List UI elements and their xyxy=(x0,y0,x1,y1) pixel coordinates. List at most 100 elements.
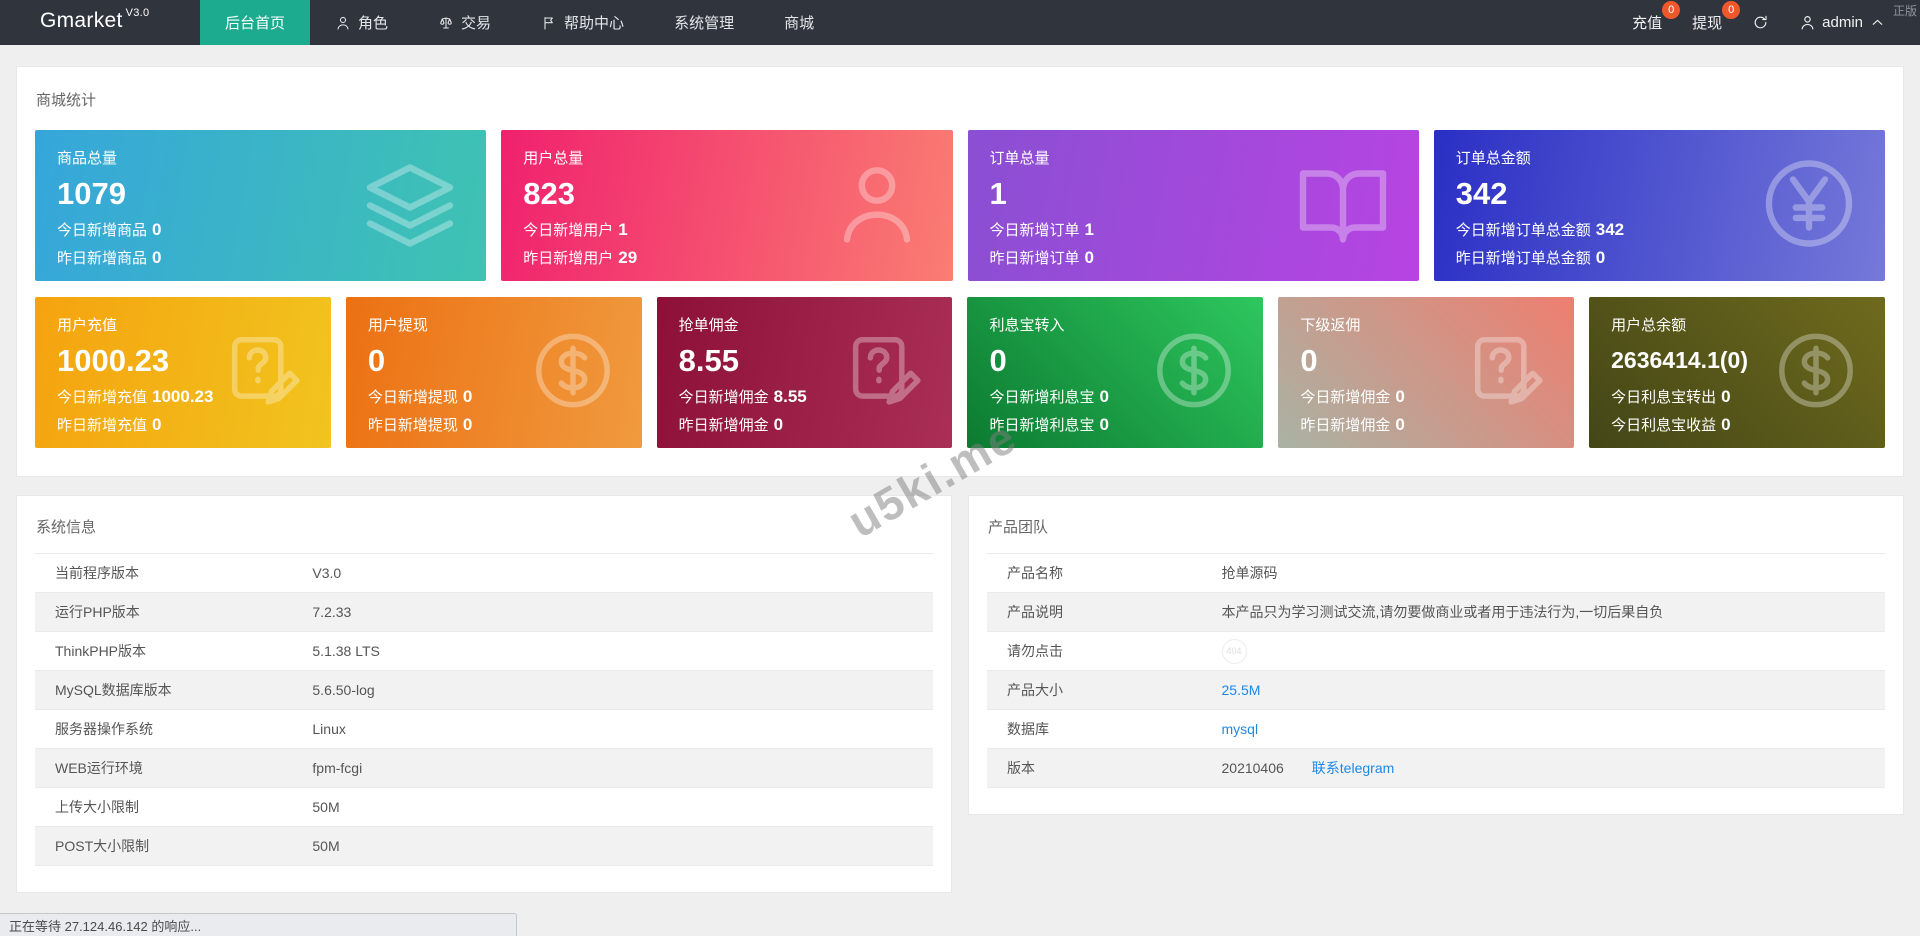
refresh-button[interactable] xyxy=(1752,14,1769,31)
chevron-up-icon xyxy=(1869,14,1886,31)
stat-card-today-label: 今日新增充值 xyxy=(57,389,148,407)
withdraw-button[interactable]: 提现 0 xyxy=(1692,1,1741,33)
stat-card-yesterday-label: 今日利息宝收益 xyxy=(1611,416,1717,434)
table-row: 产品名称 抢单源码 xyxy=(987,554,1885,593)
row-label: 产品大小 xyxy=(1007,682,1063,698)
stat-card-yesterday-value: 0 xyxy=(152,415,162,435)
nav-item-后台首页[interactable]: 后台首页 xyxy=(200,0,311,45)
nav-item-帮助中心[interactable]: 帮助中心 xyxy=(516,0,649,45)
stat-card-yesterday-line: 昨日新增利息宝 0 xyxy=(989,414,1241,435)
stats-title: 商城统计 xyxy=(36,92,97,109)
telegram-link[interactable]: 联系telegram xyxy=(1312,758,1394,778)
user-menu[interactable]: admin xyxy=(1799,14,1886,31)
row-value: fpm-fcgi xyxy=(312,760,363,776)
table-row: 产品说明 本产品只为学习测试交流,请勿要做商业或者用于违法行为,一切后果自负 xyxy=(987,593,1885,632)
stat-card-today-label: 今日新增订单总金额 xyxy=(1455,222,1591,240)
stat-card-today-label: 今日新增提现 xyxy=(367,389,458,407)
corner-watermark: 正版 xyxy=(1892,4,1917,18)
row-value: 抢单源码 xyxy=(1221,565,1278,581)
lower-section: 系统信息 当前程序版本 V3.0 运行PHP版本 7.2.33 ThinkPHP… xyxy=(16,495,1904,893)
user-icon xyxy=(335,15,351,31)
stats-row-2: 用户充值 1000.23 今日新增充值 1000.23 昨日新增充值 0 用户提现 … xyxy=(35,297,1885,448)
stat-card: 用户充值 1000.23 今日新增充值 1000.23 昨日新增充值 0 xyxy=(35,297,331,448)
table-row: MySQL数据库版本 5.6.50-log xyxy=(35,671,933,710)
stat-card-today-value: 0 xyxy=(1099,387,1109,407)
row-value: 50M xyxy=(312,838,340,854)
brand-logo[interactable]: Gmarket V3.0 xyxy=(0,0,200,45)
row-value: 50M xyxy=(312,799,340,815)
stat-card: 用户提现 0 今日新增提现 0 昨日新增提现 0 xyxy=(345,297,642,448)
top-navbar: Gmarket V3.0 后台首页 角色 交易 帮助中心 系统管理 商城 充值 … xyxy=(0,0,1920,45)
stat-card-today-value: 1000.23 xyxy=(152,387,214,407)
stat-card-today-value: 0 xyxy=(1721,386,1731,406)
row-value: 20210406 联系telegram xyxy=(1222,758,1866,778)
stat-card: 抢单佣金 8.55 今日新增佣金 8.55 昨日新增佣金 0 xyxy=(656,297,953,448)
stat-card: 用户总量 823 今日新增用户 1 昨日新增用户 29 xyxy=(501,130,953,281)
stat-card-yesterday-value: 29 xyxy=(618,248,638,268)
brand-name: Gmarket xyxy=(40,9,123,32)
stat-card-yesterday-label: 昨日新增订单总金额 xyxy=(1455,250,1591,268)
stat-card-yesterday-label: 昨日新增充值 xyxy=(57,417,148,435)
nav-item-label: 后台首页 xyxy=(225,15,286,32)
stat-card-yesterday-label: 昨日新增订单 xyxy=(989,250,1080,268)
table-row: 上传大小限制 50M xyxy=(35,788,933,827)
scales-icon xyxy=(438,15,454,31)
username: admin xyxy=(1822,14,1863,31)
nav-item-交易[interactable]: 交易 xyxy=(413,0,516,45)
value-text: 20210406 xyxy=(1221,760,1284,776)
stat-card-today-value: 1 xyxy=(1084,220,1094,240)
stat-card-yesterday-label: 昨日新增佣金 xyxy=(678,417,769,435)
stat-card-today-label: 今日新增佣金 xyxy=(678,389,769,407)
row-label: 数据库 xyxy=(1007,721,1049,737)
navbar-right: 充值 0 提现 0 admin xyxy=(1632,0,1920,45)
stat-card-yesterday-value: 0 xyxy=(152,248,162,268)
recharge-label: 充值 xyxy=(1632,15,1663,32)
main-content: 商城统计 商品总量 1079 今日新增商品 0 昨日新增商品 0 用户总量 823 … xyxy=(0,45,1920,893)
recharge-button[interactable]: 充值 0 xyxy=(1632,1,1681,33)
value-link[interactable]: mysql xyxy=(1222,721,1259,737)
stat-card: 利息宝转入 0 今日新增利息宝 0 昨日新增利息宝 0 xyxy=(967,297,1264,448)
stat-card-yesterday-line: 今日利息宝收益 0 xyxy=(1611,414,1863,435)
dollar-circle-icon xyxy=(1775,329,1857,416)
stat-card-today-label: 今日新增利息宝 xyxy=(989,389,1095,407)
row-label: ThinkPHP版本 xyxy=(55,643,147,659)
stat-card-yesterday-value: 0 xyxy=(773,415,784,435)
person-icon xyxy=(829,155,925,256)
row-label: 上传大小限制 xyxy=(55,799,139,815)
stat-card-today-value: 0 xyxy=(152,220,162,240)
value-link[interactable]: 25.5M xyxy=(1222,682,1261,698)
stat-card-yesterday-label: 昨日新增商品 xyxy=(57,250,148,268)
flag-icon xyxy=(541,15,557,31)
row-value: V3.0 xyxy=(312,565,342,581)
stat-card-yesterday-line: 昨日新增佣金 0 xyxy=(679,414,931,435)
row-value: 404 xyxy=(1221,638,1866,664)
brand-version: V3.0 xyxy=(125,7,150,19)
system-info-panel: 系统信息 当前程序版本 V3.0 运行PHP版本 7.2.33 ThinkPHP… xyxy=(16,495,952,893)
row-label: 运行PHP版本 xyxy=(55,604,140,620)
stat-card-yesterday-value: 0 xyxy=(1084,248,1094,268)
stat-card-yesterday-line: 昨日新增充值 0 xyxy=(57,414,309,435)
row-value: 7.2.33 xyxy=(312,604,352,620)
row-label: 版本 xyxy=(1007,760,1035,776)
dollar-circle-icon xyxy=(532,329,614,416)
stat-card-today-label: 今日新增订单 xyxy=(989,222,1080,240)
stat-card: 订单总量 1 今日新增订单 1 昨日新增订单 0 xyxy=(967,130,1419,281)
row-label: 请勿点击 xyxy=(1007,643,1063,659)
stat-card-yesterday-value: 0 xyxy=(1099,415,1109,435)
table-row: 数据库 mysql xyxy=(987,710,1885,749)
dollar-circle-icon xyxy=(1153,329,1235,416)
table-row: POST大小限制 50M xyxy=(35,827,933,866)
layers-icon xyxy=(362,155,458,256)
nav-item-商城[interactable]: 商城 xyxy=(759,0,839,45)
stat-card-yesterday-label: 昨日新增提现 xyxy=(367,417,458,435)
row-label: POST大小限制 xyxy=(55,838,150,854)
row-label: 产品说明 xyxy=(1007,604,1063,620)
nav-item-系统管理[interactable]: 系统管理 xyxy=(649,0,759,45)
row-value: 5.6.50-log xyxy=(312,682,375,698)
stat-card: 订单总金额 342 今日新增订单总金额 342 昨日新增订单总金额 0 xyxy=(1433,130,1885,281)
table-row: 运行PHP版本 7.2.33 xyxy=(35,593,933,632)
nav-item-角色[interactable]: 角色 xyxy=(310,0,413,45)
row-value: 5.1.38 LTS xyxy=(312,643,380,659)
badge-404[interactable]: 404 xyxy=(1221,638,1247,664)
refresh-icon xyxy=(1752,14,1769,31)
